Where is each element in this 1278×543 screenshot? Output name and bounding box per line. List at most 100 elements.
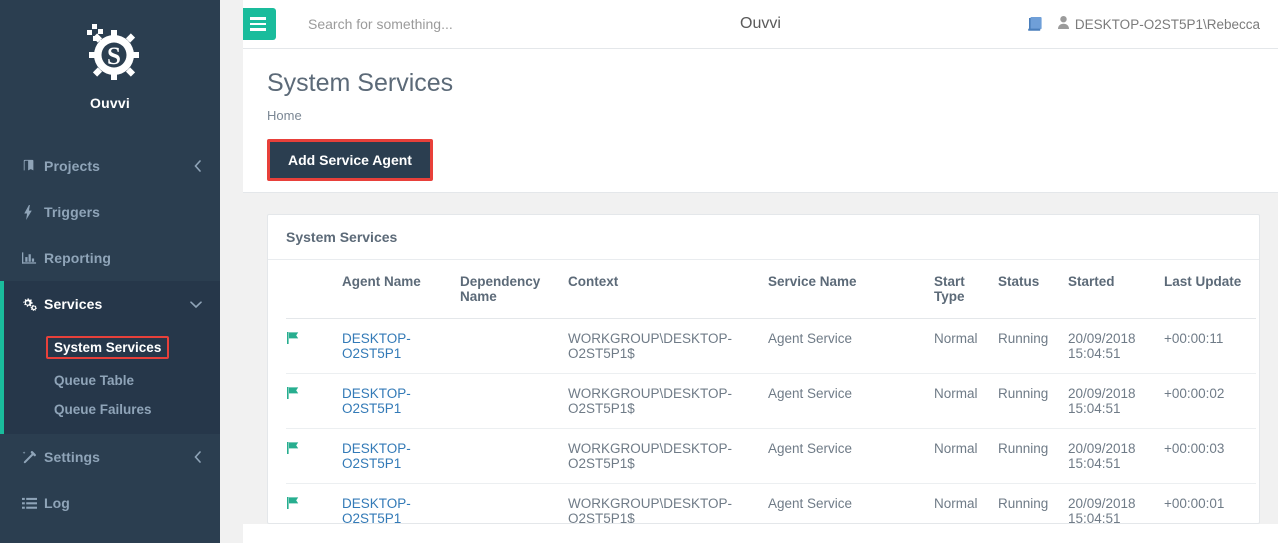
flag-icon[interactable] [286, 496, 300, 513]
agent-name-link[interactable]: DESKTOP-O2ST5P1 [342, 386, 411, 416]
cell-started: 20/09/2018 15:04:51 [1068, 318, 1164, 374]
flag-icon[interactable] [286, 331, 300, 348]
sidebar-item-log[interactable]: Log [0, 480, 220, 526]
chart-bar-icon [22, 251, 44, 265]
cell-context: WORKGROUP\DESKTOP-O2ST5P1$ [568, 373, 768, 429]
cell-last-update: +00:00:03 [1164, 428, 1256, 484]
column-header-context[interactable]: Context [568, 260, 768, 319]
app-root: S Ouvvi Projects Triggers Reporting Serv… [0, 0, 1278, 543]
cell-agent-name[interactable]: DESKTOP-O2ST5P1 [342, 483, 460, 523]
sidebar-item-queue-table[interactable]: Queue Table [0, 366, 220, 395]
gear-s-logo-icon: S [0, 20, 220, 87]
nav-group-settings: Settings [0, 434, 220, 480]
row-flag-cell [286, 318, 342, 374]
cell-status: Running [998, 318, 1068, 374]
cell-context: WORKGROUP\DESKTOP-O2ST5P1$ [568, 428, 768, 484]
table-row: DESKTOP-O2ST5P1 WORKGROUP\DESKTOP-O2ST5P… [286, 318, 1256, 374]
list-icon [22, 497, 44, 510]
breadcrumb[interactable]: Home [267, 108, 1278, 123]
cell-context: WORKGROUP\DESKTOP-O2ST5P1$ [568, 318, 768, 374]
flag-icon[interactable] [286, 441, 300, 458]
hamburger-icon[interactable] [243, 8, 276, 40]
search-input[interactable] [306, 15, 566, 33]
column-header-started[interactable]: Started [1068, 260, 1164, 319]
table-head: Agent Name Dependency Name Context Servi… [286, 260, 1256, 319]
sidebar-item-label: Services [44, 296, 103, 312]
nav-group-triggers: Triggers [0, 189, 220, 235]
cell-start-type: Normal [934, 428, 998, 484]
magic-wand-icon [22, 450, 44, 465]
table-row: DESKTOP-O2ST5P1 WORKGROUP\DESKTOP-O2ST5P… [286, 483, 1256, 523]
row-flag-cell [286, 428, 342, 484]
column-header-last-update[interactable]: Last Update [1164, 260, 1256, 319]
sidebar-item-projects[interactable]: Projects [0, 143, 220, 189]
cell-started: 20/09/2018 15:04:51 [1068, 483, 1164, 523]
column-header-dependency-name[interactable]: Dependency Name [460, 260, 568, 319]
sidebar-item-system-services[interactable]: System Services [0, 329, 220, 366]
cell-started: 20/09/2018 15:04:51 [1068, 373, 1164, 429]
table-body: DESKTOP-O2ST5P1 WORKGROUP\DESKTOP-O2ST5P… [286, 318, 1256, 523]
cell-agent-name[interactable]: DESKTOP-O2ST5P1 [342, 318, 460, 374]
sidebar-subitem-label: System Services [46, 336, 170, 359]
cell-dependency-name [460, 373, 568, 429]
chevron-left-icon[interactable] [193, 160, 202, 172]
column-header-agent-name[interactable]: Agent Name [342, 260, 460, 319]
cell-dependency-name [460, 428, 568, 484]
sidebar-item-label: Projects [44, 158, 101, 174]
cell-start-type: Normal [934, 318, 998, 374]
cell-start-type: Normal [934, 483, 998, 523]
content-area: System Services Agent Name Dependency Na… [243, 193, 1278, 524]
nav-group-services: Services System Services Queue Table Que… [0, 281, 220, 434]
add-service-agent-button[interactable]: Add Service Agent [267, 139, 433, 181]
cell-dependency-name [460, 318, 568, 374]
cell-service-name: Agent Service [768, 428, 934, 484]
sidebar-item-label: Log [44, 495, 70, 511]
book-icon[interactable] [1027, 16, 1044, 32]
cell-started: 20/09/2018 15:04:51 [1068, 428, 1164, 484]
agent-name-link[interactable]: DESKTOP-O2ST5P1 [342, 441, 411, 471]
row-flag-cell [286, 373, 342, 429]
sidebar-item-reporting[interactable]: Reporting [0, 235, 220, 281]
topbar: Ouvvi DESKTOP-O2S [243, 0, 1278, 49]
system-services-card: System Services Agent Name Dependency Na… [267, 214, 1260, 524]
services-submenu: System Services Queue Table Queue Failur… [0, 327, 220, 434]
nav-group-projects: Projects [0, 143, 220, 189]
cell-service-name: Agent Service [768, 373, 934, 429]
cell-last-update: +00:00:02 [1164, 373, 1256, 429]
topbar-right: DESKTOP-O2ST5P1\Rebecca [1027, 16, 1260, 32]
sidebar-nav: Projects Triggers Reporting Services Sys… [0, 143, 220, 526]
user-menu[interactable]: DESKTOP-O2ST5P1\Rebecca [1057, 16, 1260, 32]
table-row: DESKTOP-O2ST5P1 WORKGROUP\DESKTOP-O2ST5P… [286, 373, 1256, 429]
cell-status: Running [998, 428, 1068, 484]
table-header-row: Agent Name Dependency Name Context Servi… [286, 260, 1256, 319]
brand[interactable]: S Ouvvi [0, 0, 220, 125]
cell-status: Running [998, 483, 1068, 523]
agent-name-link[interactable]: DESKTOP-O2ST5P1 [342, 331, 411, 361]
page-head: System Services Home [243, 49, 1278, 123]
sidebar-item-queue-failures[interactable]: Queue Failures [0, 395, 220, 424]
sidebar-item-services[interactable]: Services [0, 281, 220, 327]
flag-icon[interactable] [286, 386, 300, 403]
cell-start-type: Normal [934, 373, 998, 429]
gears-icon [22, 297, 44, 312]
chevron-down-icon[interactable] [190, 300, 202, 309]
agent-name-link[interactable]: DESKTOP-O2ST5P1 [342, 496, 411, 523]
cell-agent-name[interactable]: DESKTOP-O2ST5P1 [342, 373, 460, 429]
sidebar: S Ouvvi Projects Triggers Reporting Serv… [0, 0, 220, 543]
sidebar-item-settings[interactable]: Settings [0, 434, 220, 480]
sidebar-item-label: Reporting [44, 250, 112, 266]
cell-context: WORKGROUP\DESKTOP-O2ST5P1$ [568, 483, 768, 523]
row-flag-cell [286, 483, 342, 523]
cell-status: Running [998, 373, 1068, 429]
sidebar-content-gap [220, 0, 243, 543]
chevron-left-icon[interactable] [193, 451, 202, 463]
cell-last-update: +00:00:11 [1164, 318, 1256, 374]
column-header-flag[interactable] [286, 260, 342, 319]
column-header-status[interactable]: Status [998, 260, 1068, 319]
column-header-start-type[interactable]: Start Type [934, 260, 998, 319]
column-header-service-name[interactable]: Service Name [768, 260, 934, 319]
book-icon [22, 159, 44, 173]
sidebar-item-triggers[interactable]: Triggers [0, 189, 220, 235]
cell-agent-name[interactable]: DESKTOP-O2ST5P1 [342, 428, 460, 484]
nav-group-log: Log [0, 480, 220, 526]
